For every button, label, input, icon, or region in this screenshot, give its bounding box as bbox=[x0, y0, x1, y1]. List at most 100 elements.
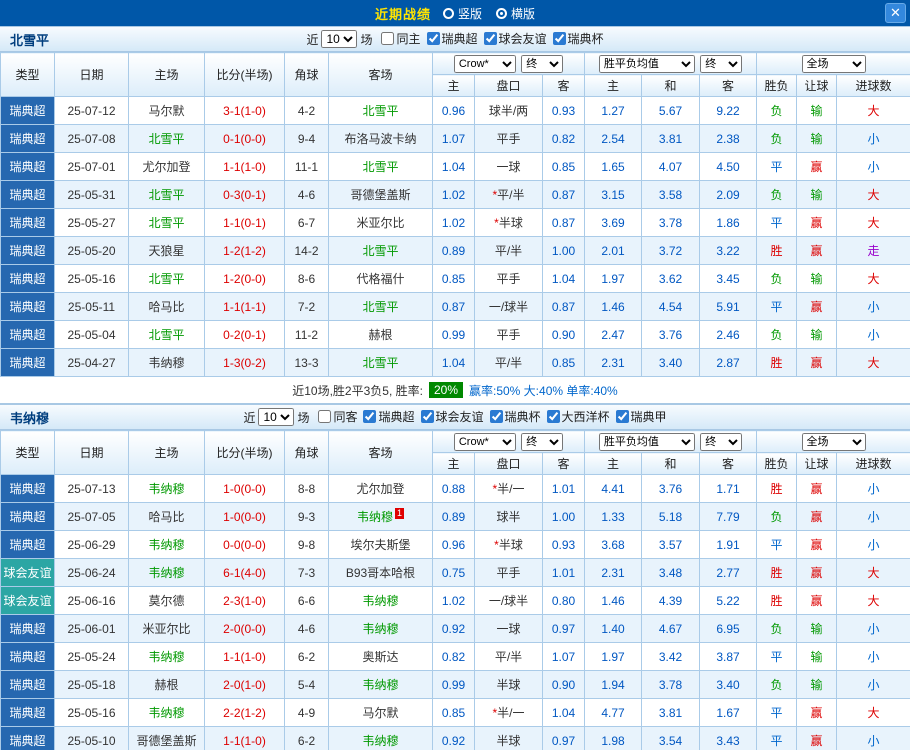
score-cell: 0-3(0-1) bbox=[204, 180, 285, 209]
crow-away-odds-cell: 0.90 bbox=[541, 670, 586, 699]
goals-cell: 大 bbox=[836, 558, 910, 587]
col-odds-home: 主 bbox=[432, 452, 475, 475]
filter-checkbox-item[interactable]: 大西洋杯 bbox=[546, 408, 610, 425]
crow-away-odds-cell: 1.04 bbox=[541, 698, 586, 727]
table-body: 瑞典超 25-07-12 马尔默 3-1(1-0) 4-2 北雪平 0.96 球半/两 0.93… bbox=[0, 96, 910, 377]
away-team-label: 韦纳穆 bbox=[362, 678, 399, 692]
filter-checkbox-item[interactable]: 瑞典甲 bbox=[615, 408, 667, 425]
corner-cell: 6-6 bbox=[284, 586, 329, 615]
avg-draw-cell: 3.58 bbox=[641, 180, 701, 209]
filter-checkbox[interactable] bbox=[426, 32, 440, 45]
date-cell: 25-05-20 bbox=[54, 236, 129, 265]
result-cell: 负 bbox=[756, 96, 798, 125]
bookmaker-select[interactable]: Crow* bbox=[453, 432, 516, 451]
corner-cell: 7-3 bbox=[284, 558, 329, 587]
match-count-select[interactable]: 10 bbox=[258, 408, 295, 426]
away-team-cell: 韦纳穆 1 bbox=[328, 502, 433, 531]
filter-checkbox[interactable] bbox=[546, 410, 560, 423]
date-cell: 25-07-12 bbox=[54, 96, 129, 125]
score-cell: 1-0(0-0) bbox=[204, 502, 285, 531]
col-corner: 角球 bbox=[284, 52, 329, 97]
avg-away-cell: 2.46 bbox=[699, 320, 758, 349]
games-label: 场 bbox=[360, 32, 373, 47]
filter-checkbox-item[interactable]: 同主 bbox=[381, 30, 421, 47]
radio-icon[interactable] bbox=[442, 7, 454, 19]
close-icon[interactable]: ✕ bbox=[885, 3, 906, 23]
result-cell: 负 bbox=[756, 614, 798, 643]
filter-checkbox[interactable] bbox=[420, 410, 434, 423]
date-cell: 25-07-05 bbox=[54, 502, 129, 531]
filter-checkbox[interactable] bbox=[489, 410, 503, 423]
filter-checkbox-item[interactable]: 瑞典杯 bbox=[552, 30, 604, 47]
filter-checkbox[interactable] bbox=[615, 410, 629, 423]
col-let-ball: 让球 bbox=[796, 74, 838, 97]
average-time-select[interactable]: 终 bbox=[700, 432, 743, 451]
league-cell: 瑞典超 bbox=[0, 670, 55, 699]
filter-checkbox[interactable] bbox=[483, 32, 497, 45]
radio-horizontal-layout[interactable]: 横版 bbox=[496, 5, 535, 22]
avg-draw-cell: 3.42 bbox=[641, 642, 701, 671]
filter-checkbox-item[interactable]: 瑞典超 bbox=[363, 408, 415, 425]
crow-home-odds-cell: 1.02 bbox=[432, 208, 475, 237]
crow-home-odds-cell: 0.89 bbox=[432, 502, 475, 531]
score-cell: 3-1(1-0) bbox=[204, 96, 285, 125]
filter-checkbox[interactable] bbox=[552, 32, 566, 45]
score-cell: 1-1(1-0) bbox=[204, 642, 285, 671]
filter-checkbox-item[interactable]: 球会友谊 bbox=[420, 408, 484, 425]
bookmaker-select[interactable]: Crow* bbox=[453, 54, 516, 73]
home-team-cell: 北雪平 bbox=[128, 264, 205, 293]
col-type: 类型 bbox=[0, 430, 55, 475]
average-odds-select[interactable]: 胜平负均值 bbox=[598, 54, 695, 73]
match-row: 瑞典超 25-05-10 哥德堡盖斯 1-1(1-0) 6-2 韦纳穆 0.92 半球 0.97… bbox=[0, 726, 910, 750]
radio-icon[interactable] bbox=[496, 7, 507, 19]
odds-time-select[interactable]: 终 bbox=[521, 432, 564, 451]
goals-cell: 大 bbox=[836, 698, 910, 727]
scope-select[interactable]: 全场 bbox=[801, 54, 866, 73]
avg-away-cell: 1.86 bbox=[699, 208, 758, 237]
crow-away-odds-cell: 0.97 bbox=[541, 614, 586, 643]
col-odds-away: 客 bbox=[541, 452, 586, 475]
filter-checkbox-item[interactable]: 瑞典超 bbox=[426, 30, 478, 47]
avg-home-cell: 2.01 bbox=[584, 236, 643, 265]
filter-checkbox[interactable] bbox=[363, 410, 377, 423]
corner-cell: 7-2 bbox=[284, 292, 329, 321]
result-cell: 平 bbox=[756, 152, 798, 181]
league-cell: 瑞典超 bbox=[0, 96, 55, 125]
match-count-select[interactable]: 10 bbox=[321, 30, 358, 48]
avg-away-cell: 3.87 bbox=[699, 642, 758, 671]
filter-checkbox[interactable] bbox=[318, 410, 332, 423]
average-odds-select[interactable]: 胜平负均值 bbox=[598, 432, 695, 451]
odds-time-select[interactable]: 终 bbox=[521, 54, 564, 73]
avg-home-cell: 1.97 bbox=[584, 264, 643, 293]
score-cell: 2-2(1-2) bbox=[204, 698, 285, 727]
home-team-cell: 北雪平 bbox=[128, 124, 205, 153]
col-handicap: 盘口 bbox=[474, 74, 543, 97]
avg-home-cell: 1.46 bbox=[584, 586, 643, 615]
filter-checkbox[interactable] bbox=[381, 32, 395, 45]
crow-home-odds-cell: 0.75 bbox=[432, 558, 475, 587]
col-away: 客场 bbox=[328, 52, 433, 97]
home-team-cell: 韦纳穆 bbox=[128, 558, 205, 587]
filter-checkbox-item[interactable]: 球会友谊 bbox=[483, 30, 547, 47]
average-time-select[interactable]: 终 bbox=[700, 54, 743, 73]
date-cell: 25-04-27 bbox=[54, 348, 129, 377]
result-cell: 平 bbox=[756, 642, 798, 671]
let-ball-cell: 输 bbox=[796, 670, 838, 699]
section-header-home-team: 北雪平 近 10 场 同主 瑞典超 球会友谊 瑞典杯 bbox=[0, 26, 910, 52]
away-team-cell: 奥斯达 bbox=[328, 642, 433, 671]
filter-checkbox-item[interactable]: 瑞典杯 bbox=[489, 408, 541, 425]
filter-checkbox-item[interactable]: 同客 bbox=[318, 408, 357, 425]
scope-select[interactable]: 全场 bbox=[801, 432, 866, 451]
date-cell: 25-06-16 bbox=[54, 586, 129, 615]
crow-home-odds-cell: 1.02 bbox=[432, 180, 475, 209]
near-label: 近 bbox=[243, 410, 256, 425]
handicap-cell: 一/球半 bbox=[474, 586, 543, 615]
col-odds-home: 主 bbox=[432, 74, 475, 97]
avg-draw-cell: 3.40 bbox=[641, 348, 701, 377]
radio-vertical-layout[interactable]: 竖版 bbox=[442, 5, 482, 22]
avg-home-cell: 1.94 bbox=[584, 670, 643, 699]
score-cell: 1-1(1-0) bbox=[204, 152, 285, 181]
crow-home-odds-cell: 0.96 bbox=[432, 96, 475, 125]
let-ball-cell: 输 bbox=[796, 124, 838, 153]
date-cell: 25-05-16 bbox=[54, 264, 129, 293]
